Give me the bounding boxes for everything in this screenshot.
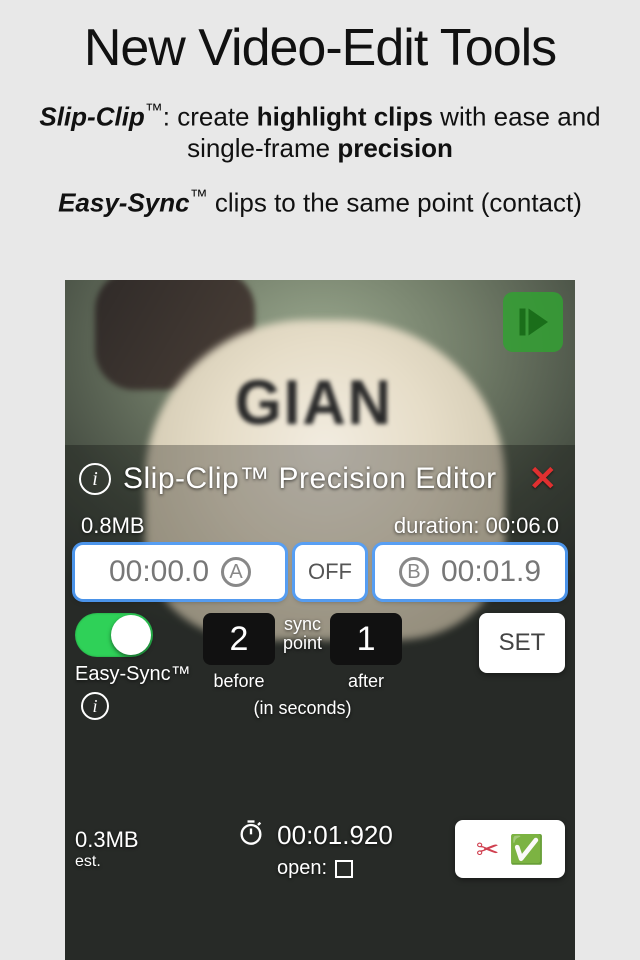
page-title: New Video-Edit Tools	[0, 0, 640, 96]
easy-sync-text: clips to the same point (contact)	[208, 188, 582, 218]
bottom-row: 0.3MB est. 00:01.920 op	[75, 818, 565, 880]
a-marker-icon: A	[221, 557, 251, 587]
video-preview-frame: GIAN i Slip-Clip™ Precision Editor ✕ 0.8…	[65, 280, 575, 960]
point-a-value: 00:00.0	[109, 555, 209, 589]
panel-header: i Slip-Clip™ Precision Editor ✕	[75, 455, 565, 513]
easy-sync-toggle-label: Easy-Sync™	[75, 663, 191, 686]
sync-point-label: sync point	[283, 613, 322, 653]
file-size-label: 0.8MB	[81, 513, 145, 539]
easy-sync-name: Easy-Sync	[58, 188, 190, 218]
play-button[interactable]	[503, 292, 563, 352]
sync-time-value: 00:01.920	[277, 820, 393, 851]
seconds-after-stepper[interactable]: 1	[330, 613, 402, 665]
easy-sync-toggle[interactable]	[75, 613, 153, 657]
est-size-value: 0.3MB	[75, 827, 175, 853]
stopwatch-icon	[237, 818, 265, 853]
sync-row: Easy-Sync™ i 2 before sync point 1 after	[75, 613, 565, 724]
est-sub-label: est.	[75, 853, 175, 871]
slip-clip-highlight: highlight clips	[257, 102, 433, 132]
cut-confirm-button[interactable]: ✂ ✅	[455, 820, 565, 878]
point-a-field[interactable]: 00:00.0 A	[75, 545, 285, 599]
in-seconds-label: (in seconds)	[254, 692, 352, 719]
slip-clip-precision: precision	[337, 133, 453, 163]
estimated-size: 0.3MB est.	[75, 827, 175, 871]
seconds-before-stepper[interactable]: 2	[203, 613, 275, 665]
info-icon[interactable]: i	[79, 463, 111, 495]
point-b-field[interactable]: B 00:01.9	[375, 545, 565, 599]
seconds-before-column: 2 before	[203, 613, 275, 692]
ab-points-row: 00:00.0 A OFF B 00:01.9	[75, 545, 565, 613]
ab-toggle-button[interactable]: OFF	[295, 545, 365, 599]
play-icon	[515, 304, 551, 340]
trademark-symbol: ™	[145, 100, 163, 120]
b-marker-icon: B	[399, 557, 429, 587]
open-option[interactable]: open:	[277, 857, 353, 880]
easy-sync-column: Easy-Sync™ i	[75, 613, 195, 720]
sync-center: 2 before sync point 1 after (in seconds)	[203, 613, 402, 719]
check-icon: ✅	[509, 833, 544, 866]
meta-row: 0.8MB duration: 00:06.0	[75, 513, 565, 545]
feature-easy-sync: Easy-Sync™ clips to the same point (cont…	[0, 178, 640, 241]
open-checkbox[interactable]	[335, 860, 353, 878]
editor-panel: i Slip-Clip™ Precision Editor ✕ 0.8MB du…	[65, 445, 575, 960]
sync-time-column: 00:01.920 open:	[175, 818, 455, 880]
panel-title: Slip-Clip™ Precision Editor	[123, 462, 517, 496]
slip-clip-name: Slip-Clip	[39, 102, 144, 132]
info-icon[interactable]: i	[81, 692, 109, 720]
open-label: open:	[277, 857, 327, 880]
seconds-after-column: 1 after	[330, 613, 402, 692]
feature-slip-clip: Slip-Clip™: create highlight clips with …	[0, 96, 640, 178]
point-b-value: 00:01.9	[441, 555, 541, 589]
close-button[interactable]: ✕	[529, 459, 562, 499]
trademark-symbol: ™	[190, 186, 208, 206]
set-button[interactable]: SET	[479, 613, 565, 673]
before-label: before	[213, 669, 264, 692]
scissors-icon: ✂	[476, 833, 499, 866]
after-label: after	[348, 669, 384, 692]
slip-clip-text-1: : create	[163, 102, 257, 132]
toggle-knob	[111, 615, 151, 655]
jersey-text: GIAN	[235, 366, 393, 438]
duration-label: duration: 00:06.0	[394, 513, 559, 539]
